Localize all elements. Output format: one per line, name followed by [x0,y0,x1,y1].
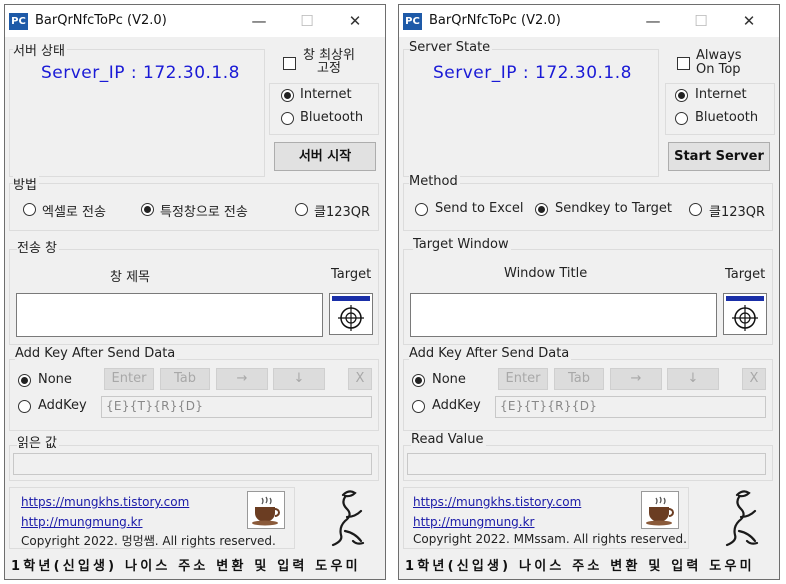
dancer-logo-icon [331,490,365,547]
always-on-top-label: Always On Top [696,48,742,77]
method-label: Method [409,174,460,189]
key-down-arrow-button[interactable]: ↓ [273,368,325,390]
coffee-cup-icon[interactable] [641,491,679,529]
target-window-label: Target Window [413,237,511,252]
copyright-text: Copyright 2022. 멍멍쌤. All rights reserved… [21,534,276,548]
app-window-english: PC BarQrNfcToPc (V2.0) — ☐ ✕ Server Stat… [398,4,780,580]
app-icon: PC [403,13,422,30]
add-key-none-radio[interactable] [18,374,31,387]
always-on-top-checkbox[interactable] [677,57,690,70]
homepage-link[interactable]: http://mungmung.kr [413,515,535,529]
internet-label: Internet [300,87,352,102]
target-label: Target [725,267,766,282]
add-key-none-label: None [432,372,466,387]
minimize-button[interactable]: — [239,9,279,33]
bluetooth-label: Bluetooth [695,110,759,125]
method-qr-label: 클123QR [709,205,766,220]
read-value-label: 읽은 값 [17,432,60,451]
method-target-label: 특정창으로 전송 [160,205,248,220]
bluetooth-radio[interactable] [281,112,294,125]
close-button[interactable]: ✕ [335,9,375,33]
app-footer-text: 1학년(신입생) 나이스 주소 변환 및 입력 도우미 [405,559,755,574]
add-key-none-label: None [38,372,72,387]
title-bar[interactable]: PC BarQrNfcToPc (V2.0) — ☐ ✕ [5,5,385,37]
target-crosshair-icon[interactable] [329,293,373,335]
internet-radio[interactable] [281,89,294,102]
minimize-button[interactable]: — [633,9,673,33]
key-right-arrow-button[interactable]: → [610,368,662,390]
target-crosshair-icon[interactable] [723,293,767,335]
blog-link[interactable]: https://mungkhs.tistory.com [413,495,581,509]
addkey-field-value: {E}{T}{R}{D} [500,399,598,413]
key-tab-button[interactable]: Tab [160,368,210,390]
bluetooth-radio[interactable] [675,112,688,125]
method-qr-radio[interactable] [689,203,702,216]
coffee-cup-icon[interactable] [247,491,285,529]
window-title-label: Window Title [504,266,588,281]
key-right-arrow-button[interactable]: → [216,368,268,390]
add-key-addkey-radio[interactable] [18,400,31,413]
server-ip-text: Server_IP : 172.30.1.8 [41,63,240,83]
window-title-label: 창 제목 [110,270,151,285]
dancer-logo-icon [725,490,759,547]
homepage-link[interactable]: http://mungmung.kr [21,515,143,529]
read-value-label: Read Value [411,432,486,447]
key-clear-button[interactable]: X [348,368,372,390]
bluetooth-label: Bluetooth [300,110,364,125]
blog-link[interactable]: https://mungkhs.tistory.com [21,495,189,509]
method-label: 방법 [13,174,39,193]
internet-radio[interactable] [675,89,688,102]
target-window-field[interactable] [410,293,717,337]
key-enter-button[interactable]: Enter [104,368,154,390]
server-ip-text: Server_IP : 172.30.1.8 [433,63,632,83]
read-value-field[interactable] [407,453,766,475]
title-bar[interactable]: PC BarQrNfcToPc (V2.0) — ☐ ✕ [399,5,779,37]
add-key-addkey-radio[interactable] [412,400,425,413]
method-excel-label: 엑셀로 전송 [42,205,106,220]
method-excel-radio[interactable] [23,203,36,216]
method-target-radio[interactable] [141,203,154,216]
add-key-addkey-label: AddKey [432,398,481,413]
server-state-label: 서버 상태 [13,40,67,59]
method-target-label: Sendkey to Target [555,201,673,216]
method-target-radio[interactable] [535,203,548,216]
app-icon: PC [9,13,28,30]
read-value-field[interactable] [13,453,372,475]
key-tab-button[interactable]: Tab [554,368,604,390]
always-on-top-checkbox[interactable] [283,57,296,70]
maximize-button[interactable]: ☐ [287,9,327,33]
start-server-button[interactable]: 서버 시작 [274,142,376,171]
method-qr-label: 클123QR [314,205,371,220]
maximize-button[interactable]: ☐ [681,9,721,33]
key-enter-button[interactable]: Enter [498,368,548,390]
target-window-field[interactable] [16,293,323,337]
window-title: BarQrNfcToPc (V2.0) [35,13,167,28]
addkey-field-value: {E}{T}{R}{D} [106,399,204,413]
internet-label: Internet [695,87,747,102]
method-excel-label: Send to Excel [435,201,524,216]
method-qr-radio[interactable] [295,203,308,216]
window-title: BarQrNfcToPc (V2.0) [429,13,561,28]
close-button[interactable]: ✕ [729,9,769,33]
add-key-addkey-label: AddKey [38,398,87,413]
server-state-label: Server State [409,40,493,55]
addkey-field[interactable]: {E}{T}{R}{D} [495,396,766,418]
method-excel-radio[interactable] [415,203,428,216]
start-server-button[interactable]: Start Server [668,142,770,171]
key-clear-button[interactable]: X [742,368,766,390]
copyright-text: Copyright 2022. MMssam. All rights reser… [413,532,687,546]
app-window-korean: PC BarQrNfcToPc (V2.0) — ☐ ✕ 서버 상태 Serve… [4,4,386,580]
key-down-arrow-button[interactable]: ↓ [667,368,719,390]
app-footer-text: 1학년(신입생) 나이스 주소 변환 및 입력 도우미 [11,559,361,574]
add-key-none-radio[interactable] [412,374,425,387]
add-key-label: Add Key After Send Data [15,346,178,361]
target-window-label: 전송 창 [17,237,60,256]
always-on-top-label: 창 최상위 고정 [303,48,355,76]
add-key-label: Add Key After Send Data [409,346,572,361]
addkey-field[interactable]: {E}{T}{R}{D} [101,396,372,418]
target-label: Target [331,267,372,282]
